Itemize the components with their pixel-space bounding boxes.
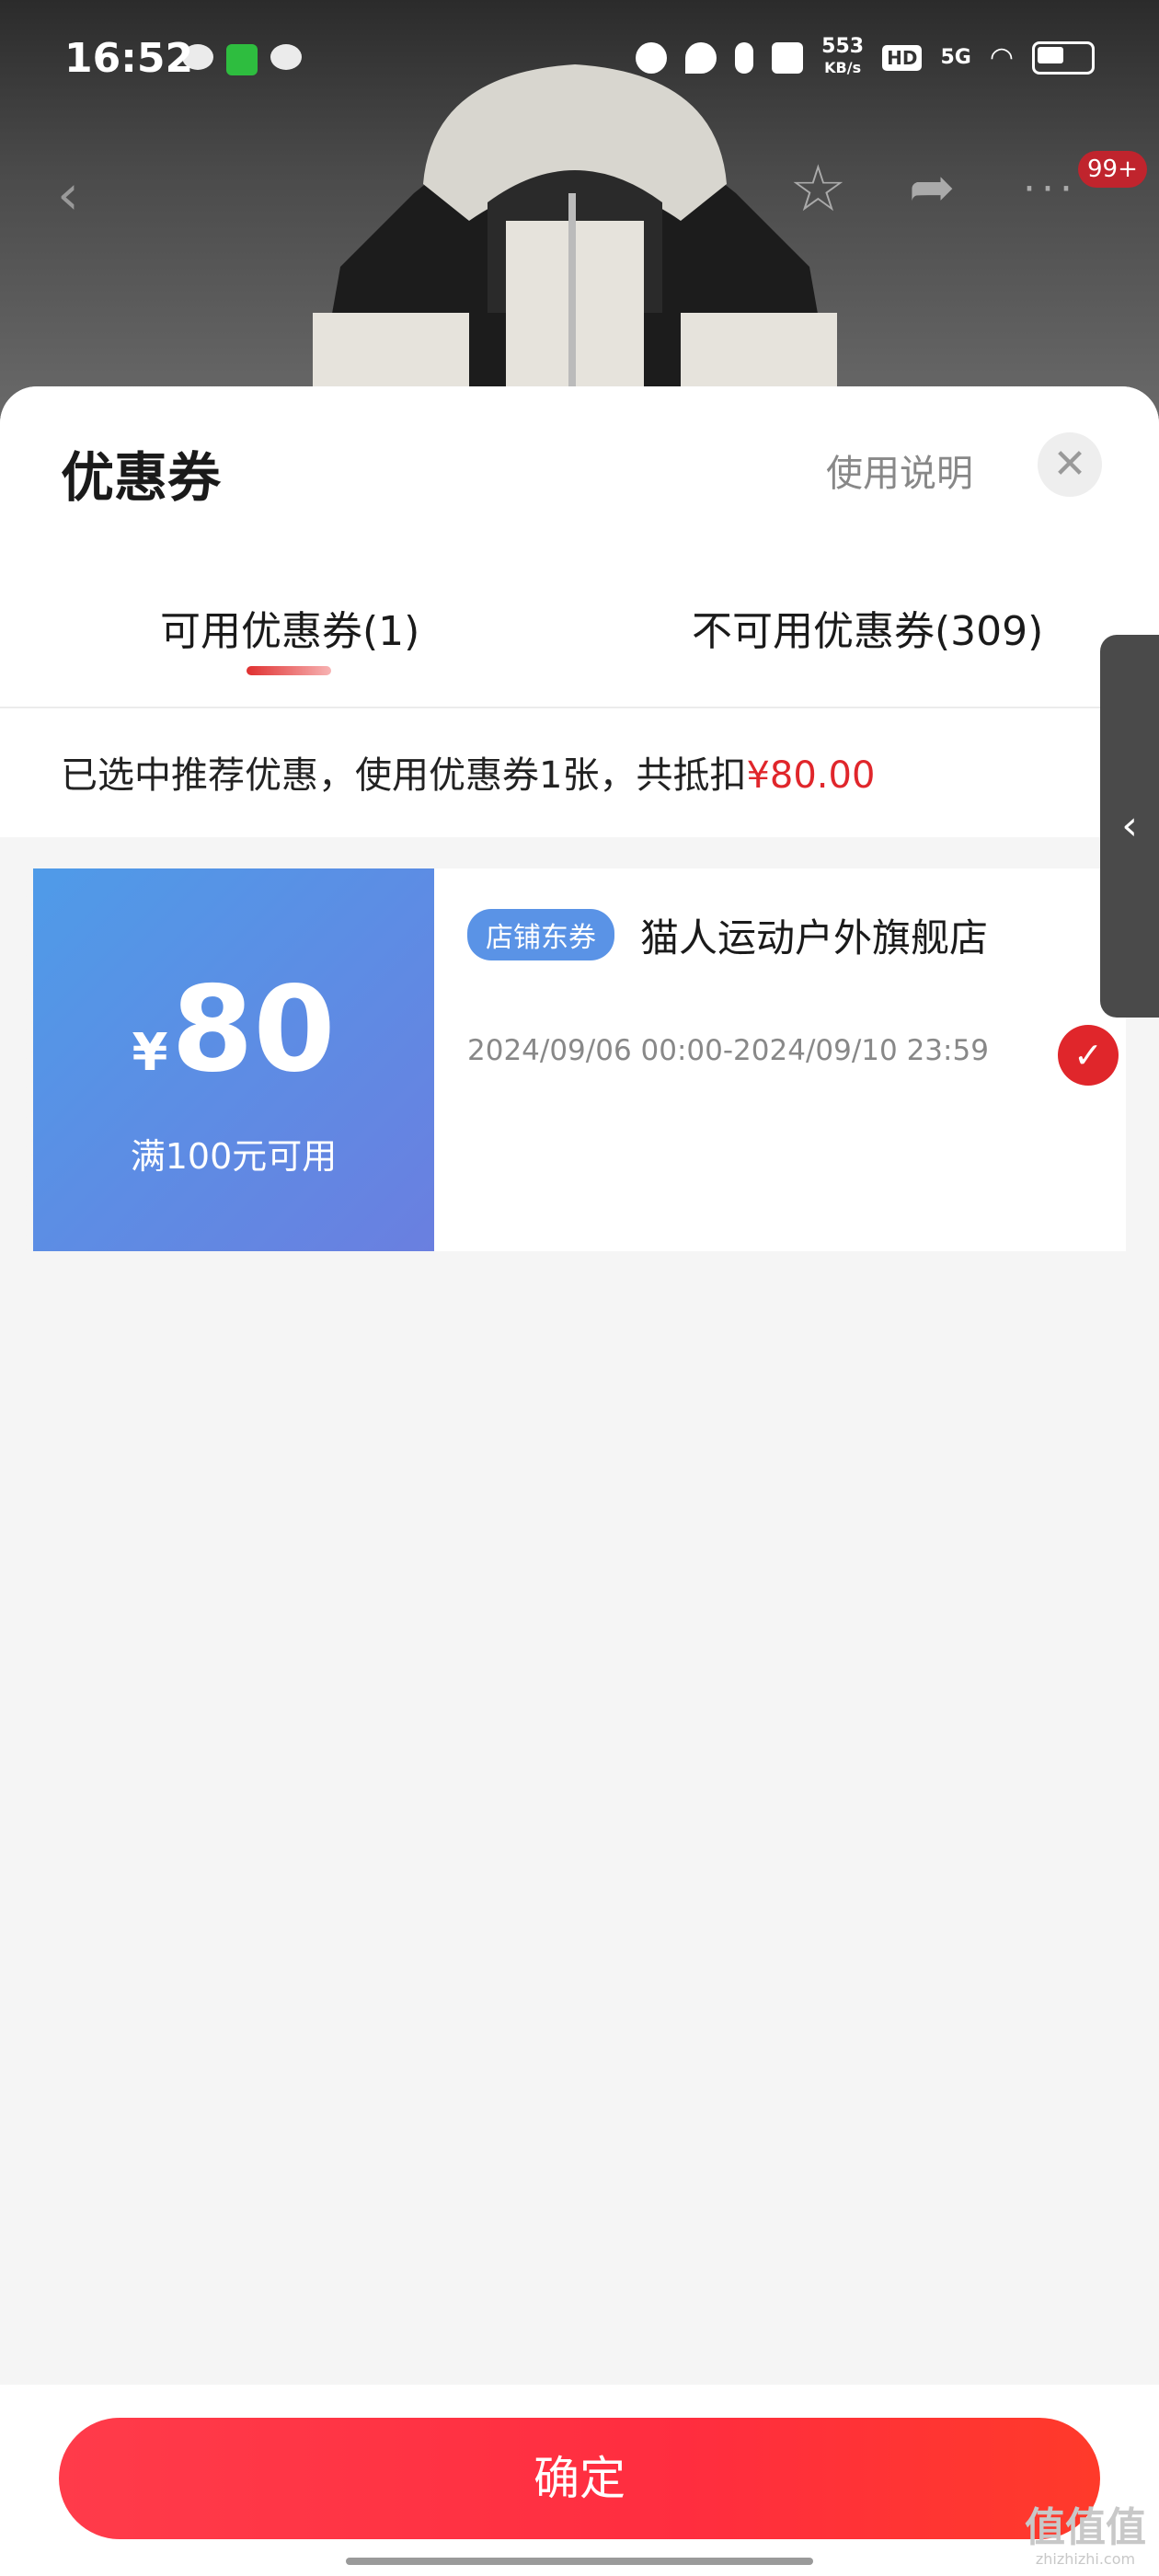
home-indicator[interactable] [346,2558,813,2565]
selected-check-icon[interactable]: ✓ [1058,1025,1119,1086]
battery-icon [1032,40,1095,75]
network-speed-value: 553 [821,35,865,58]
side-panel-handle[interactable]: ‹ [1100,635,1159,1018]
favorite-star-icon[interactable]: ☆ [789,156,847,221]
status-time: 16:52 [64,35,194,82]
microphone-icon [735,41,754,74]
wifi-icon: ◠ [989,41,1014,74]
signal-5g: 5G [940,46,971,69]
watermark-logo: 值值值 zhizhizhi.com [1021,2504,1150,2569]
summary-text: 已选中推荐优惠，使用优惠券1张，共抵扣 [61,754,747,797]
coupon-amount: 80 [171,961,336,1098]
alarm-icon [636,41,668,74]
notification-badge: 99+ [1078,151,1147,188]
coupon-store-name: 猫人运动户外旗舰店 [640,915,989,960]
confirm-button[interactable]: 确定 [59,2418,1100,2539]
system-icons: 553 KB/s HD 5G ◠ [636,37,1095,78]
watermark-url: zhizhizhi.com [1035,2550,1136,2568]
active-tab-indicator [247,666,331,675]
divider [0,707,1159,708]
camera-icon [772,41,804,74]
watermark-text: 值值值 [1025,2504,1146,2551]
hd-badge: HD [882,44,923,71]
network-speed-unit: KB/s [824,59,862,76]
sheet-title: 优惠券 [61,446,222,509]
close-icon: ✕ [1052,441,1087,488]
more-icon[interactable]: ··· [1023,166,1078,213]
tab-available-coupons[interactable]: 可用优惠券(1) [160,598,419,657]
wechat-icon [182,44,213,70]
coupon-tabs: 可用优惠券(1) 不可用优惠券(309) [0,589,1159,681]
wechat-icon [270,44,302,70]
usage-instructions-link[interactable]: 使用说明 [826,443,973,497]
coupon-value: ¥80 [33,972,434,1089]
product-nav: ‹ ☆ ➦ ··· 99+ [0,151,1159,230]
notification-icons [182,44,302,75]
coupon-sheet: 优惠券 使用说明 ✕ 可用优惠券(1) 不可用优惠券(309) 已选中推荐优惠，… [0,386,1159,2576]
coupon-card[interactable]: ¥80 满100元可用 店铺东券 猫人运动户外旗舰店 2024/09/06 00… [26,868,1126,1251]
close-button[interactable]: ✕ [1038,432,1102,497]
tab-unavailable-coupons[interactable]: 不可用优惠券(309) [692,598,1043,657]
share-icon[interactable]: ➦ [909,160,955,215]
coupon-currency: ¥ [132,1023,168,1083]
back-icon[interactable]: ‹ [57,167,79,223]
chevron-left-icon: ‹ [1121,802,1138,849]
summary-amount: ¥80.00 [746,754,876,797]
sheet-header: 优惠券 使用说明 ✕ 可用优惠券(1) 不可用优惠券(309) 已选中推荐优惠，… [0,386,1159,837]
coupon-condition: 满100元可用 [130,1136,338,1177]
status-bar: 16:52 553 KB/s HD 5G ◠ [0,0,1159,110]
location-icon [685,41,717,74]
network-speed: 553 KB/s [821,37,864,78]
coupon-type-tag: 店铺东券 [467,909,614,960]
footer-bar: 确定 值值值 zhizhizhi.com [0,2385,1159,2576]
selection-summary: 已选中推荐优惠，使用优惠券1张，共抵扣¥80.00 [61,745,875,799]
coupon-validity: 2024/09/06 00:00-2024/09/10 23:59 [467,1034,989,1067]
message-icon [226,44,258,75]
coupon-details: 店铺东券 猫人运动户外旗舰店 2024/09/06 00:00-2024/09/… [434,868,1126,1251]
coupon-value-panel: ¥80 满100元可用 [26,868,434,1251]
